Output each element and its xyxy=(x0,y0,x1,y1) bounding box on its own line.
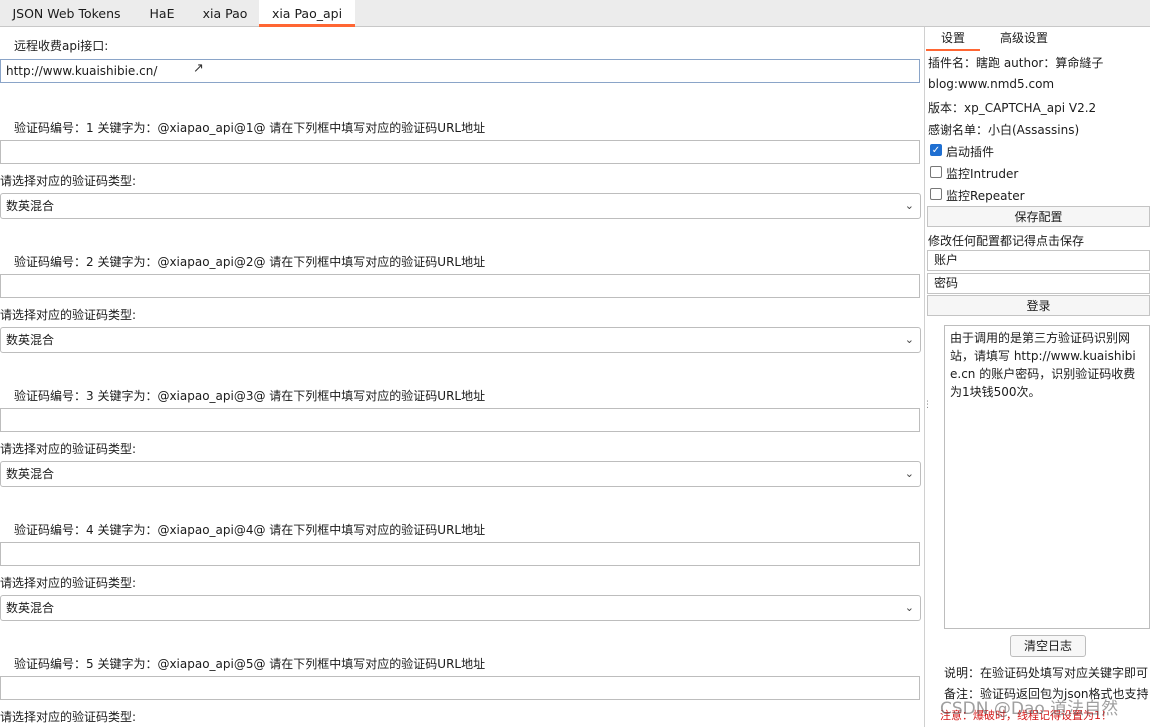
captcha-url-input-2[interactable] xyxy=(0,274,920,298)
thanks-info: 感谢名单：小白(Assassins) xyxy=(928,123,1080,137)
tab-settings[interactable]: 设置 xyxy=(926,27,980,51)
monitor-intruder-checkbox[interactable] xyxy=(930,166,942,178)
chevron-down-icon: ⌄ xyxy=(904,199,914,212)
panel-divider[interactable] xyxy=(924,27,925,727)
captcha-type-select-3[interactable]: 数英混合 ⌄ xyxy=(0,461,921,487)
chevron-down-icon: ⌄ xyxy=(904,467,914,480)
captcha-type-value-1: 数英混合 xyxy=(6,199,55,213)
account-input[interactable]: 账户 xyxy=(927,250,1150,271)
check-icon: ✓ xyxy=(931,145,941,156)
mouse-cursor-icon: ↗ xyxy=(193,61,204,76)
settings-panel: 设置 高级设置 插件名：瞎跑 author：算命縫子 blog:www.nmd5… xyxy=(926,27,1150,727)
tab-hae[interactable]: HaE xyxy=(133,0,191,26)
blog-info: blog:www.nmd5.com xyxy=(928,77,1055,91)
top-tab-bar: JSON Web Tokens HaE xia Pao xia Pao_api xyxy=(0,0,1150,27)
tab-json-web-tokens[interactable]: JSON Web Tokens xyxy=(0,0,133,26)
clear-log-button[interactable]: 清空日志 xyxy=(1010,635,1086,657)
captcha-type-label-3: 请选择对应的验证码类型: xyxy=(0,442,137,456)
captcha-url-input-3[interactable] xyxy=(0,408,920,432)
captcha-url-input-5[interactable] xyxy=(0,676,920,700)
monitor-repeater-checkbox[interactable] xyxy=(930,188,942,200)
captcha-type-select-4[interactable]: 数英混合 ⌄ xyxy=(0,595,921,621)
save-config-button[interactable]: 保存配置 xyxy=(927,206,1150,227)
captcha-heading-4: 验证码编号：4 关键字为：@xiapao_api@4@ 请在下列框中填写对应的验… xyxy=(14,523,486,537)
captcha-heading-1: 验证码编号：1 关键字为：@xiapao_api@1@ 请在下列框中填写对应的验… xyxy=(14,121,486,135)
captcha-type-label-1: 请选择对应的验证码类型: xyxy=(0,174,137,188)
chevron-down-icon: ⌄ xyxy=(904,601,914,614)
login-button[interactable]: 登录 xyxy=(927,295,1150,316)
save-hint: 修改任何配置都记得点击保存 xyxy=(928,234,1085,248)
captcha-type-select-2[interactable]: 数英混合 ⌄ xyxy=(0,327,921,353)
tab-xia-pao[interactable]: xia Pao xyxy=(191,0,259,26)
remote-api-label: 远程收费api接口: xyxy=(14,39,109,53)
captcha-heading-3: 验证码编号：3 关键字为：@xiapao_api@3@ 请在下列框中填写对应的验… xyxy=(14,389,486,403)
version-info: 版本：xp_CAPTCHA_api V2.2 xyxy=(928,101,1097,115)
captcha-config-panel: 远程收费api接口: http://www.kuaishibie.cn/ 验证码… xyxy=(0,27,924,727)
enable-plugin-label: 启动插件 xyxy=(946,145,995,159)
plugin-info: 插件名：瞎跑 author：算命縫子 xyxy=(928,56,1104,70)
captcha-url-input-4[interactable] xyxy=(0,542,920,566)
password-input[interactable]: 密码 xyxy=(927,273,1150,294)
captcha-type-select-1[interactable]: 数英混合 ⌄ xyxy=(0,193,921,219)
captcha-heading-2: 验证码编号：2 关键字为：@xiapao_api@2@ 请在下列框中填写对应的验… xyxy=(14,255,486,269)
monitor-repeater-label: 监控Repeater xyxy=(946,189,1025,203)
captcha-type-value-4: 数英混合 xyxy=(6,601,55,615)
captcha-type-label-4: 请选择对应的验证码类型: xyxy=(0,576,137,590)
monitor-intruder-label: 监控Intruder xyxy=(946,167,1019,181)
chevron-down-icon: ⌄ xyxy=(904,333,914,346)
captcha-type-label-2: 请选择对应的验证码类型: xyxy=(0,308,137,322)
log-textarea[interactable]: 由于调用的是第三方验证码识别网站，请填写 http://www.kuaishib… xyxy=(944,325,1150,629)
csdn-watermark: CSDN @Dao 道法自然 xyxy=(940,699,1119,719)
note-instruction: 说明：在验证码处填写对应关键字即可 xyxy=(944,666,1149,680)
tab-advanced-settings[interactable]: 高级设置 xyxy=(986,27,1062,49)
captcha-type-value-3: 数英混合 xyxy=(6,467,55,481)
enable-plugin-checkbox[interactable]: ✓ xyxy=(930,144,942,156)
captcha-type-label-5: 请选择对应的验证码类型: xyxy=(0,710,137,724)
captcha-url-input-1[interactable] xyxy=(0,140,920,164)
captcha-type-value-2: 数英混合 xyxy=(6,333,55,347)
remote-api-url-input[interactable]: http://www.kuaishibie.cn/ xyxy=(0,59,920,83)
tab-xia-pao-api[interactable]: xia Pao_api xyxy=(259,0,355,27)
captcha-heading-5: 验证码编号：5 关键字为：@xiapao_api@5@ 请在下列框中填写对应的验… xyxy=(14,657,486,671)
